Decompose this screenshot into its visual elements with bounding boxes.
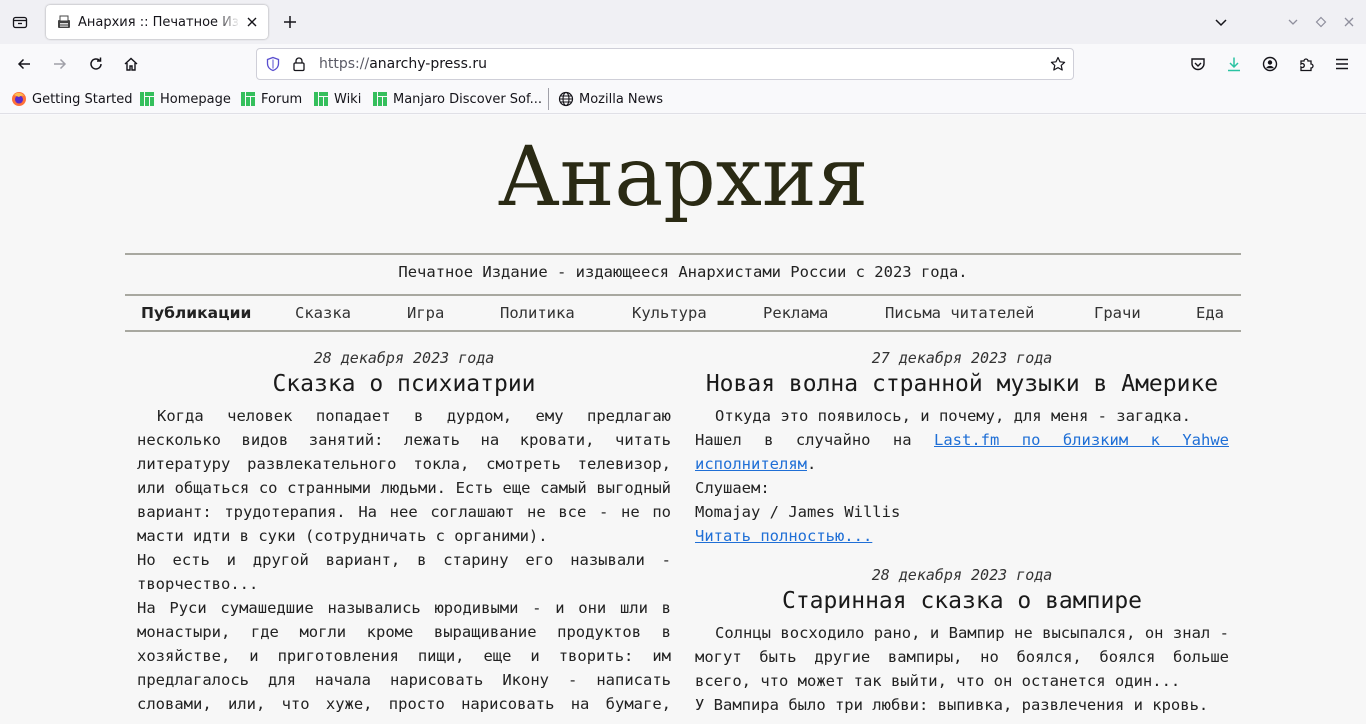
menu-item-politics[interactable]: Политика bbox=[500, 304, 575, 322]
back-arrow-icon[interactable] bbox=[12, 52, 36, 76]
manjaro-icon bbox=[139, 91, 155, 107]
manjaro-icon bbox=[372, 91, 388, 107]
bookmark-getting-started[interactable]: Getting Started bbox=[11, 90, 133, 108]
pocket-icon[interactable] bbox=[1186, 52, 1210, 76]
globe-icon bbox=[558, 91, 574, 107]
bookmarks-toolbar: Getting Started Homepage Forum Wiki Manj… bbox=[0, 84, 1366, 114]
paragraph-text: Нашел в случайно на bbox=[695, 431, 934, 449]
article-paragraph: Нашел в случайно на Last.fm по близким к… bbox=[695, 428, 1229, 476]
article-paragraph: Но есть и другой вариант, в старину его … bbox=[137, 551, 671, 593]
new-tab-plus-icon[interactable] bbox=[280, 12, 300, 32]
article-title[interactable]: Старинная сказка о вампире bbox=[695, 587, 1229, 615]
article-paragraph: Слушаем: bbox=[695, 479, 770, 497]
article-paragraph: Откуда это появилось, и почему, для меня… bbox=[715, 407, 1191, 425]
close-tab-icon[interactable] bbox=[244, 14, 260, 30]
site-menu: Публикации Сказка Игра Политика Культура… bbox=[125, 304, 1241, 328]
read-more-row: Читать полностью... bbox=[695, 524, 1229, 548]
bookmark-label: Mozilla News bbox=[579, 91, 664, 107]
divider bbox=[125, 294, 1241, 296]
bookmark-label: Forum bbox=[261, 91, 303, 107]
paragraph-text: . bbox=[806, 455, 817, 473]
bookmark-label: Manjaro Discover Sof... bbox=[393, 91, 543, 107]
firefox-icon bbox=[11, 91, 27, 107]
article-paragraph: Солнцы восходило рано, и Вампир не высып… bbox=[695, 624, 1229, 690]
reload-icon[interactable] bbox=[84, 52, 108, 76]
article-paragraph: У Вампира было три любви: выпивка, развл… bbox=[695, 696, 1209, 714]
hamburger-menu-icon[interactable] bbox=[1330, 52, 1354, 76]
article-date: 28 декабря 2023 года bbox=[313, 349, 495, 367]
tracking-shield-icon[interactable] bbox=[265, 56, 281, 76]
url-text: https://anarchy-press.ru bbox=[319, 56, 487, 72]
menu-item-rooks[interactable]: Грачи bbox=[1094, 304, 1141, 322]
article-paragraph: На Руси сумашедшие назывались юродивыми … bbox=[137, 599, 671, 724]
article-new-wave-music: 27 декабря 2023 года Новая волна странно… bbox=[695, 346, 1229, 548]
forward-arrow-icon[interactable] bbox=[48, 52, 72, 76]
manjaro-icon bbox=[313, 91, 329, 107]
article-title[interactable]: Новая волна странной музыки в Америке bbox=[695, 370, 1229, 398]
bookmark-label: Homepage bbox=[160, 91, 231, 107]
menu-item-publications[interactable]: Публикации bbox=[141, 304, 251, 322]
divider bbox=[125, 253, 1241, 255]
typewriter-favicon-icon bbox=[56, 14, 72, 30]
tab-active[interactable]: Анархия :: Печатное Издание - издающееся… bbox=[46, 5, 268, 39]
bookmark-label: Getting Started bbox=[32, 91, 133, 107]
bookmark-wiki[interactable]: Wiki bbox=[313, 90, 361, 108]
menu-item-culture[interactable]: Культура bbox=[632, 304, 707, 322]
article-title[interactable]: Сказка о психиатрии bbox=[137, 370, 671, 398]
bookmark-star-icon[interactable] bbox=[1050, 56, 1066, 76]
tab-title: Анархия :: Печатное Издание - издающееся… bbox=[78, 14, 240, 30]
download-icon[interactable] bbox=[1222, 52, 1246, 76]
bookmark-manjaro-discover[interactable]: Manjaro Discover Sof... bbox=[372, 90, 542, 108]
menu-item-fairy-tale[interactable]: Сказка bbox=[295, 304, 351, 322]
article-date: 27 декабря 2023 года bbox=[871, 349, 1053, 367]
bookmark-mozilla-news[interactable]: Mozilla News bbox=[558, 90, 663, 108]
navigation-toolbar: https://anarchy-press.ru bbox=[0, 44, 1366, 84]
close-window-icon[interactable] bbox=[1339, 12, 1359, 32]
chevron-down-icon[interactable] bbox=[1211, 12, 1231, 32]
account-icon[interactable] bbox=[1258, 52, 1282, 76]
menu-item-game[interactable]: Игра bbox=[407, 304, 444, 322]
list-all-tabs-icon[interactable] bbox=[8, 10, 32, 34]
bookmark-forum[interactable]: Forum bbox=[240, 90, 302, 108]
article-paragraph: Momajay / James Willis bbox=[695, 503, 901, 521]
minimize-window-icon[interactable] bbox=[1283, 12, 1303, 32]
address-bar[interactable]: https://anarchy-press.ru bbox=[256, 48, 1074, 80]
site-title: Анархия bbox=[497, 130, 869, 225]
url-host: anarchy-press.ru bbox=[369, 56, 487, 72]
menu-item-food[interactable]: Еда bbox=[1196, 304, 1224, 322]
site-tagline: Печатное Издание - издающееся Анархистам… bbox=[398, 263, 968, 281]
menu-item-ads[interactable]: Реклама bbox=[763, 304, 828, 322]
home-icon[interactable] bbox=[119, 52, 143, 76]
article-psychiatry: 28 декабря 2023 года Сказка о психиатрии… bbox=[137, 346, 671, 724]
manjaro-icon bbox=[240, 91, 256, 107]
extensions-puzzle-icon[interactable] bbox=[1294, 52, 1318, 76]
bookmark-label: Wiki bbox=[334, 91, 362, 107]
maximize-window-icon[interactable] bbox=[1311, 12, 1331, 32]
article-vampire-tale: 28 декабря 2023 года Старинная сказка о … bbox=[695, 563, 1229, 717]
tab-strip: Анархия :: Печатное Издание - издающееся… bbox=[0, 0, 1366, 44]
bookmark-homepage[interactable]: Homepage bbox=[139, 90, 231, 108]
url-scheme: https:// bbox=[319, 56, 370, 72]
divider bbox=[125, 330, 1241, 332]
article-paragraph: Когда человек попадает в дурдом, ему пре… bbox=[137, 407, 671, 545]
read-more-link[interactable]: Читать полностью... bbox=[695, 527, 872, 545]
padlock-icon[interactable] bbox=[291, 56, 307, 76]
web-page: Анархия Печатное Издание - издающееся Ан… bbox=[0, 115, 1366, 724]
article-date: 28 декабря 2023 года bbox=[871, 566, 1053, 584]
menu-item-reader-letters[interactable]: Письма читателей bbox=[885, 304, 1034, 322]
bookmarks-separator bbox=[548, 88, 549, 110]
